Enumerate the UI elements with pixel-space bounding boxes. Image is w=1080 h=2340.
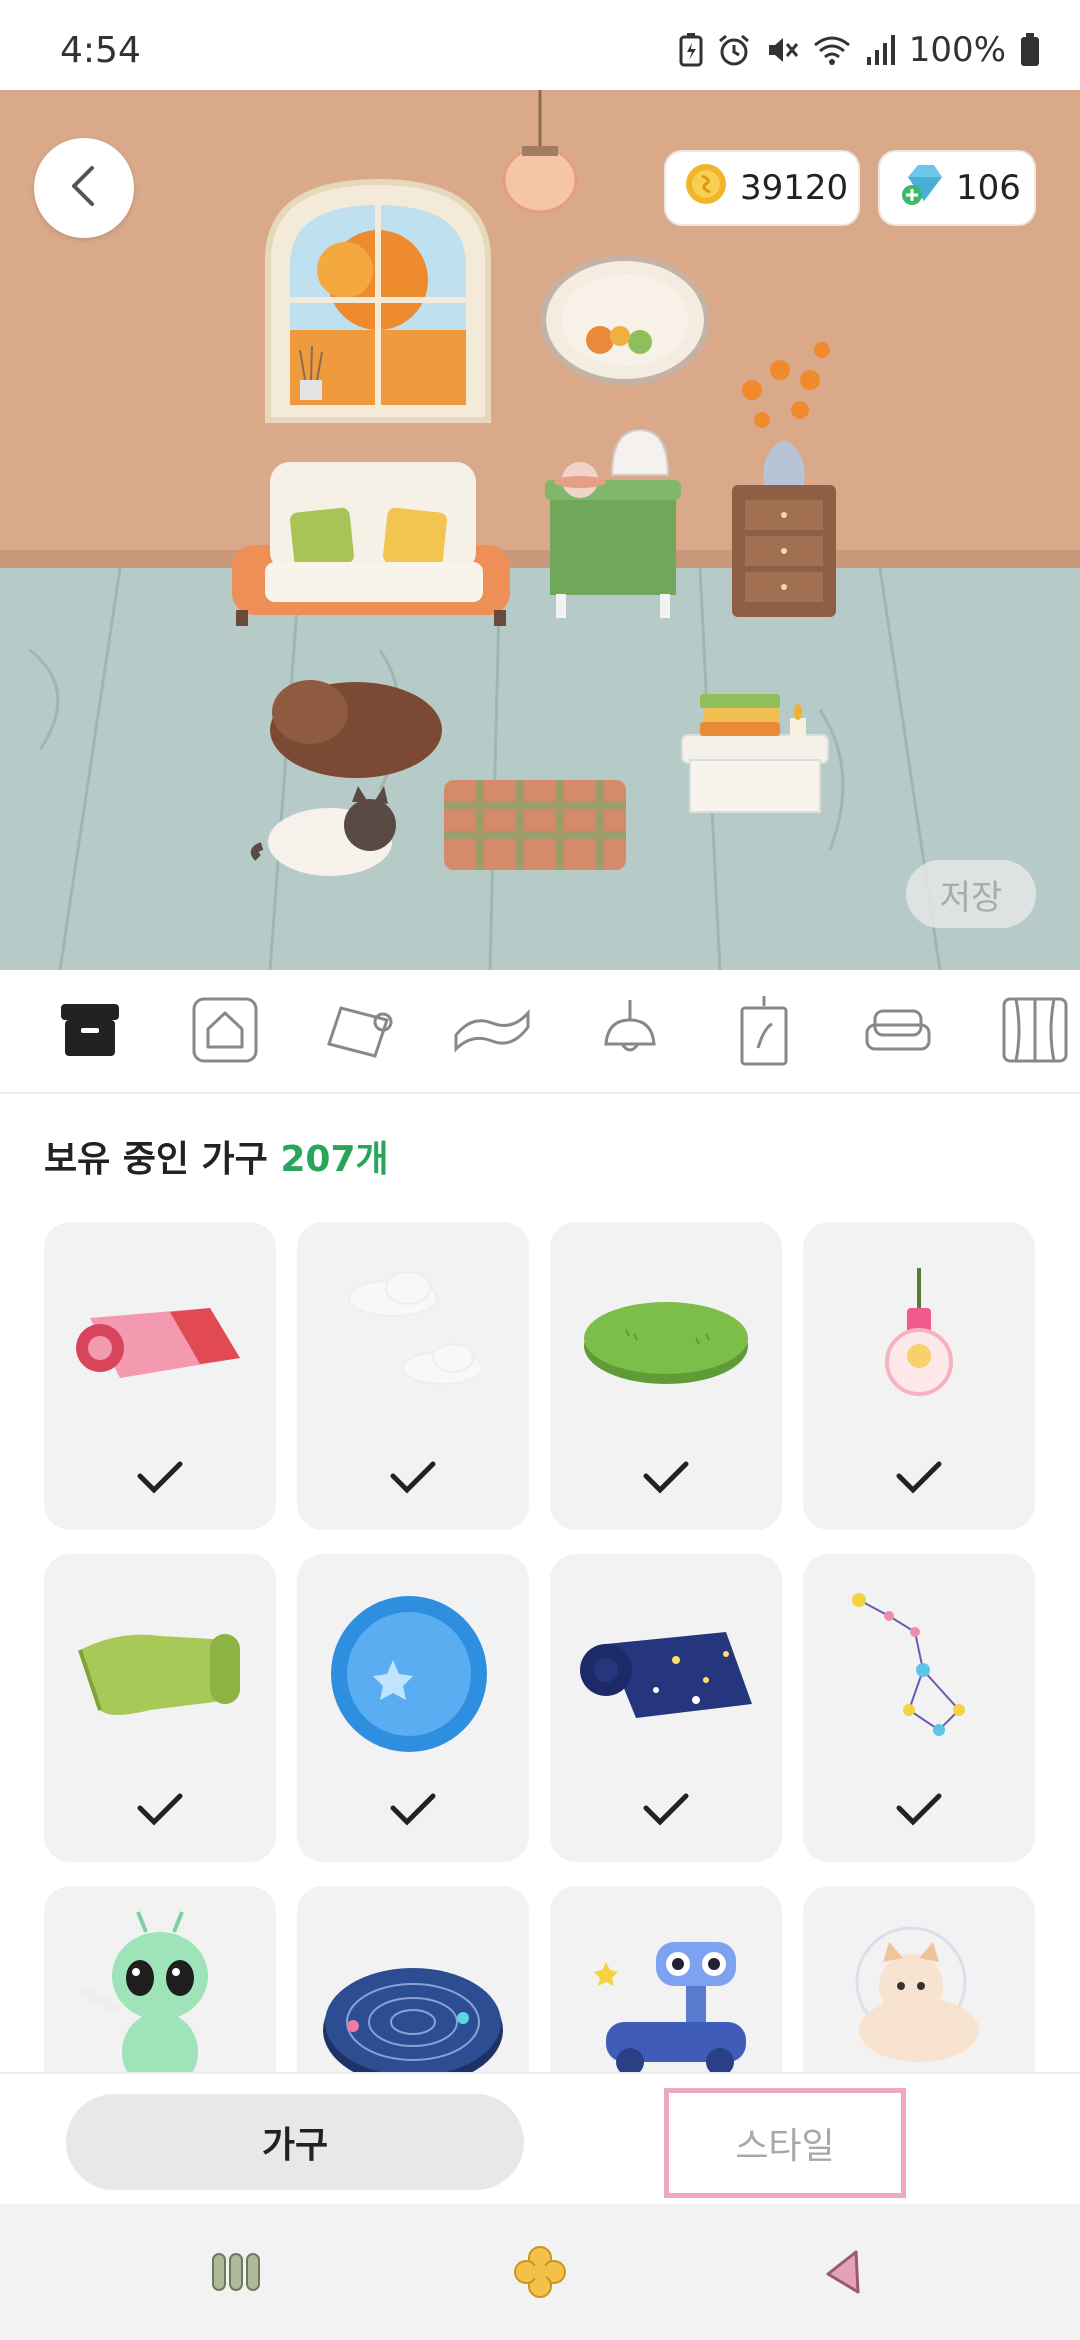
recent-apps-icon — [211, 2252, 261, 2296]
clouds-icon — [313, 1238, 513, 1438]
battery-percent: 100% — [908, 30, 1006, 70]
alien-icon — [60, 1902, 260, 2072]
furniture-item[interactable] — [44, 1222, 276, 1530]
coin-count: 39120 — [740, 168, 849, 208]
astronaut-cat-icon — [819, 1902, 1019, 2072]
signal-icon — [865, 33, 895, 67]
window-curtain-icon — [1002, 997, 1068, 1067]
checkmark-icon — [640, 1790, 692, 1830]
bottom-tab-bar: 가구 스타일 — [0, 2072, 1080, 2204]
furniture-tab-button[interactable]: 가구 — [66, 2094, 524, 2190]
gem-count: 106 — [956, 168, 1021, 208]
storage-box-icon — [59, 1002, 121, 1062]
starry-blanket-icon — [566, 1570, 766, 1770]
status-bar: 4:54 100% — [0, 0, 1080, 90]
pink-bulb-icon — [819, 1238, 1019, 1438]
system-navigation-bar — [0, 2204, 1080, 2340]
furniture-item[interactable] — [803, 1886, 1035, 2072]
furniture-item[interactable] — [803, 1222, 1035, 1530]
battery-icon — [1020, 33, 1040, 67]
tab-wall-decor[interactable] — [724, 992, 804, 1072]
mute-icon — [765, 33, 799, 67]
back-nav-button[interactable] — [812, 2244, 872, 2304]
back-button[interactable] — [34, 138, 134, 238]
house-icon — [192, 997, 258, 1067]
owned-label: 보유 중인 가구 — [44, 1139, 268, 1180]
style-tab-button[interactable]: 스타일 — [664, 2088, 906, 2198]
recent-apps-button[interactable] — [206, 2244, 266, 2304]
owned-count: 207개 — [280, 1139, 389, 1180]
furniture-item[interactable] — [297, 1222, 529, 1530]
back-triangle-icon — [822, 2248, 862, 2300]
home-button[interactable] — [510, 2244, 570, 2304]
tab-sofa[interactable] — [858, 992, 938, 1072]
ceiling-lamp-icon — [598, 998, 662, 1066]
green-mat-icon — [566, 1238, 766, 1438]
checkmark-icon — [134, 1790, 186, 1830]
sofa-icon — [865, 1005, 931, 1059]
alarm-icon — [717, 33, 751, 67]
status-icons: 100% — [679, 30, 1040, 70]
gem-plus-icon — [898, 161, 944, 216]
plaid-rug-illustration — [444, 780, 626, 870]
furniture-item[interactable] — [550, 1222, 782, 1530]
sofa-illustration — [232, 462, 510, 626]
tab-house[interactable] — [185, 992, 265, 1072]
tab-lighting[interactable] — [590, 992, 670, 1072]
checkmark-icon — [134, 1458, 186, 1498]
chevron-left-icon — [64, 164, 104, 212]
constellation-icon — [819, 1570, 1019, 1770]
checkmark-icon — [893, 1790, 945, 1830]
green-roll-rug-icon — [60, 1570, 260, 1770]
coin-balance[interactable]: 39120 — [664, 150, 860, 226]
blue-globe-icon — [313, 1570, 513, 1770]
tab-window[interactable] — [995, 992, 1075, 1072]
wall-frame-icon — [738, 994, 790, 1070]
checkmark-icon — [893, 1458, 945, 1498]
furniture-grid — [44, 1222, 1036, 2072]
tab-storage[interactable] — [50, 992, 130, 1072]
furniture-item[interactable] — [44, 1886, 276, 2072]
wifi-icon — [813, 33, 851, 67]
furniture-item[interactable] — [550, 1554, 782, 1862]
battery-saver-icon — [679, 33, 703, 67]
home-flower-icon — [514, 2246, 566, 2302]
pink-rug-icon — [60, 1238, 260, 1438]
robot-icon — [566, 1902, 766, 2072]
checkmark-icon — [387, 1790, 439, 1830]
checkmark-icon — [387, 1458, 439, 1498]
tab-floor[interactable] — [452, 992, 532, 1072]
furniture-item[interactable] — [803, 1554, 1035, 1862]
furniture-item[interactable] — [297, 1886, 529, 2072]
checkmark-icon — [640, 1458, 692, 1498]
room-scene[interactable]: 39120 106 저장 — [0, 90, 1080, 970]
floor-rug-icon — [452, 1005, 532, 1059]
owned-furniture-header: 보유 중인 가구 207개 — [44, 1130, 389, 1182]
save-button[interactable]: 저장 — [906, 860, 1036, 928]
tab-wallpaper[interactable] — [318, 992, 398, 1072]
wallpaper-roll-icon — [321, 1000, 395, 1064]
galaxy-rug-icon — [313, 1902, 513, 2072]
furniture-item[interactable] — [297, 1554, 529, 1862]
gem-balance[interactable]: 106 — [878, 150, 1036, 226]
window-illustration — [265, 178, 491, 423]
furniture-item[interactable] — [44, 1554, 276, 1862]
coin-icon — [684, 162, 728, 215]
status-time: 4:54 — [60, 30, 141, 71]
furniture-item[interactable] — [550, 1886, 782, 2072]
category-tabs — [0, 970, 1080, 1094]
